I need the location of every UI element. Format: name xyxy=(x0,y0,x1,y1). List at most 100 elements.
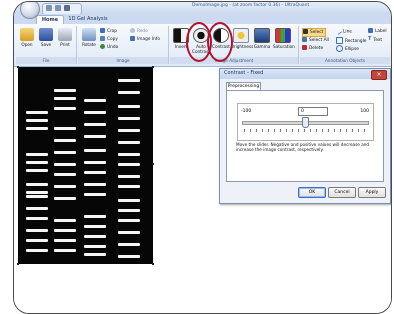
contrast-value-field[interactable]: 0 xyxy=(298,107,328,116)
dialog-title-bar[interactable]: Contrast - Fixed × xyxy=(220,69,390,80)
gamma-button[interactable]: Gamma xyxy=(252,28,272,56)
file-group: Open Save Print File xyxy=(16,26,77,64)
gel-band xyxy=(54,127,76,130)
gel-band xyxy=(118,175,140,178)
undo-quick-icon[interactable] xyxy=(55,5,61,11)
gel-band xyxy=(26,239,48,242)
gel-band xyxy=(118,153,140,156)
gel-band xyxy=(26,119,48,122)
line-button[interactable]: Line xyxy=(334,27,352,35)
image-group: Rotate Crop Copy Undo Redo Image Info Im… xyxy=(78,26,169,64)
gel-band xyxy=(54,107,76,110)
selection-handle[interactable] xyxy=(152,163,154,165)
printer-icon xyxy=(58,28,72,41)
contrast-dialog: Contrast - Fixed × Preprocessing -100 0 … xyxy=(219,68,391,204)
print-button[interactable]: Print xyxy=(55,28,75,56)
close-icon[interactable]: × xyxy=(371,70,387,80)
tab-1d-gel-analysis[interactable]: 1D Gel Analysis xyxy=(66,15,110,24)
select-label: Select xyxy=(310,30,324,35)
rotate-button[interactable]: Rotate xyxy=(79,28,99,56)
gel-band xyxy=(84,193,106,196)
ellipse-icon xyxy=(336,45,343,52)
gel-band xyxy=(54,249,76,252)
brightness-icon xyxy=(233,28,249,43)
gel-band xyxy=(118,255,140,258)
open-button[interactable]: Open xyxy=(17,28,37,56)
gel-band xyxy=(54,197,76,200)
gel-band xyxy=(118,185,140,188)
image-info-icon xyxy=(130,36,135,41)
gel-band xyxy=(84,161,106,164)
rectangle-icon xyxy=(336,37,343,44)
file-group-label: File xyxy=(16,57,76,64)
selection-handle[interactable] xyxy=(17,66,19,68)
ribbon: Open Save Print File Rotate Crop Copy Un… xyxy=(14,22,391,67)
text-button[interactable]: T Text xyxy=(368,37,382,44)
app-window: DemoImage.jpg - (at zoom factor 0.36) - … xyxy=(13,1,392,314)
gel-band xyxy=(118,129,140,132)
label-icon xyxy=(368,28,373,33)
selection-handle[interactable] xyxy=(152,263,154,265)
selection-handle[interactable] xyxy=(152,66,154,68)
ellipse-button[interactable]: Ellipse xyxy=(336,45,359,52)
gel-band xyxy=(84,171,106,174)
gel-band xyxy=(118,91,140,94)
delete-button[interactable]: Delete xyxy=(302,45,323,52)
cancel-button[interactable]: Cancel xyxy=(328,187,356,198)
undo-label: Undo xyxy=(107,45,119,50)
copy-button[interactable]: Copy xyxy=(100,36,118,43)
slider-help-text: Move the slider. Negative and positive v… xyxy=(236,142,370,152)
line-label: Line xyxy=(343,29,352,35)
selection-handle[interactable] xyxy=(17,263,19,265)
apply-button[interactable]: Apply xyxy=(358,187,386,198)
print-label: Print xyxy=(60,42,70,47)
brightness-button[interactable]: Brightness xyxy=(231,28,253,56)
select-all-icon xyxy=(302,37,307,42)
delete-label: Delete xyxy=(309,46,324,51)
image-info-button[interactable]: Image Info xyxy=(130,36,160,43)
ok-button[interactable]: OK xyxy=(298,187,326,198)
contrast-highlight xyxy=(207,22,233,62)
gel-band xyxy=(54,185,76,188)
gel-band xyxy=(84,111,106,114)
crop-button[interactable]: Crop xyxy=(100,28,117,35)
gel-band xyxy=(84,215,106,218)
open-label: Open xyxy=(21,42,33,47)
crop-icon xyxy=(100,28,105,33)
gel-band xyxy=(84,253,106,256)
save-button[interactable]: Save xyxy=(36,28,56,56)
gel-band xyxy=(84,245,106,248)
saturation-label: Saturation xyxy=(273,44,295,49)
redo-quick-icon[interactable] xyxy=(64,5,70,11)
image-group-label: Image xyxy=(78,57,168,64)
saturation-button[interactable]: Saturation xyxy=(273,28,295,56)
select-all-button[interactable]: Select All xyxy=(302,37,329,44)
copy-label: Copy xyxy=(107,37,118,42)
delete-x-icon xyxy=(302,45,307,50)
gel-band xyxy=(54,89,76,92)
undo-button[interactable]: Undo xyxy=(100,44,118,51)
label-label: Label xyxy=(375,29,387,34)
floppy-disk-icon xyxy=(39,28,53,41)
folder-open-icon xyxy=(20,28,34,41)
gel-band xyxy=(84,123,106,126)
title-bar: DemoImage.jpg - (at zoom factor 0.36) - … xyxy=(14,2,391,19)
select-button[interactable]: Select xyxy=(302,28,327,37)
save-quick-icon[interactable] xyxy=(46,5,52,11)
gel-band xyxy=(118,219,140,222)
gel-band xyxy=(26,161,48,164)
window-title: DemoImage.jpg - (at zoom factor 0.36) - … xyxy=(192,3,310,8)
slider-thumb[interactable] xyxy=(302,117,309,128)
gel-band xyxy=(54,139,76,142)
label-button[interactable]: Label xyxy=(368,28,387,35)
gel-band xyxy=(54,151,76,154)
redo-button[interactable]: Redo xyxy=(130,28,148,35)
gel-band xyxy=(26,183,48,186)
gel-band xyxy=(54,97,76,100)
text-label: Text xyxy=(373,38,383,43)
rectangle-button[interactable]: Rectangle xyxy=(336,37,366,44)
gel-band xyxy=(54,173,76,176)
gel-image[interactable] xyxy=(18,67,153,264)
gel-band xyxy=(84,183,106,186)
gel-band xyxy=(26,217,48,220)
